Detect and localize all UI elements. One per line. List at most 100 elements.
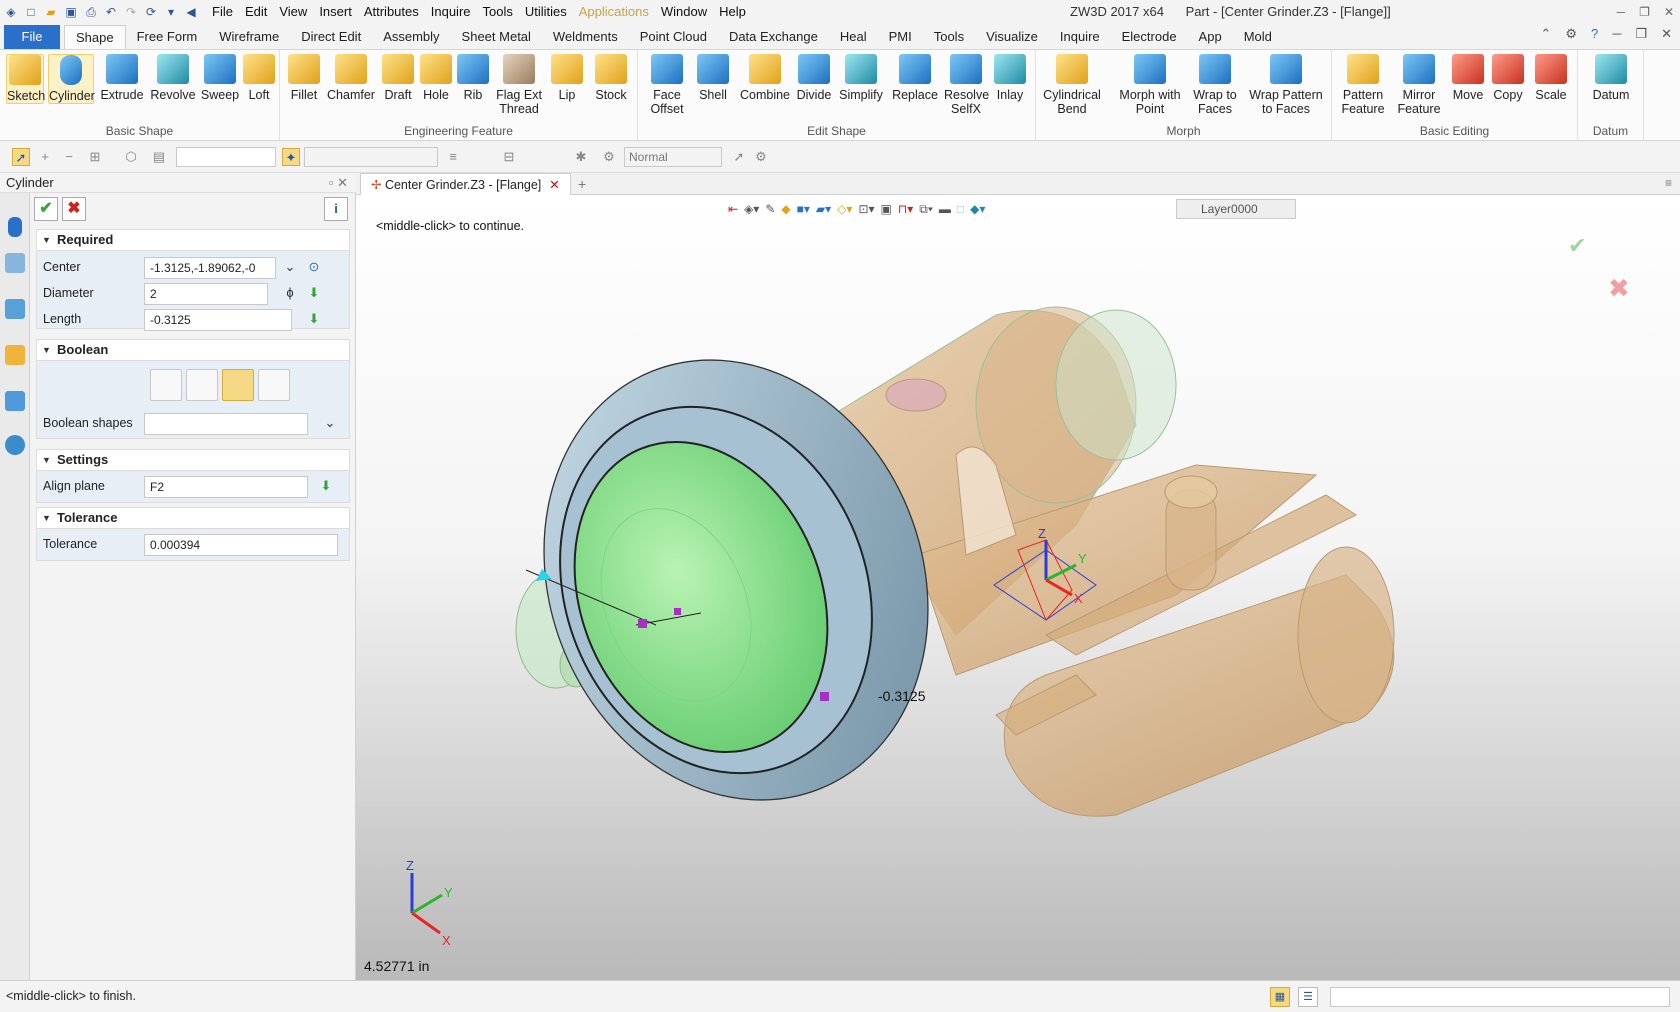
pattern-feature-button[interactable]: Pattern Feature — [1336, 54, 1390, 116]
tab-free-form[interactable]: Free Form — [126, 25, 209, 49]
dimension-label[interactable]: -0.3125 — [878, 688, 926, 704]
part-view-icon[interactable]: ◆ — [781, 202, 790, 216]
chamfer-button[interactable]: Chamfer — [326, 54, 376, 102]
redo-icon[interactable]: ↷ — [122, 3, 140, 21]
snap-icon[interactable]: ⊟ — [500, 148, 518, 166]
tab-inquire[interactable]: Inquire — [1049, 25, 1111, 49]
revolve-button[interactable]: Revolve — [150, 54, 196, 102]
face-offset-button[interactable]: Face Offset — [644, 54, 690, 116]
flag-ext-thread-button[interactable]: Flag Ext Thread — [494, 54, 544, 116]
status-input[interactable] — [1330, 987, 1670, 1007]
tab-direct-edit[interactable]: Direct Edit — [290, 25, 372, 49]
menu-window[interactable]: Window — [655, 0, 713, 24]
stock-button[interactable]: Stock — [592, 54, 630, 102]
doc-close-icon[interactable]: ✕ — [1661, 26, 1672, 42]
new-file-icon[interactable]: □ — [22, 3, 40, 21]
center-field[interactable]: -1.3125,-1.89062,-0 — [144, 257, 276, 279]
move-button[interactable]: Move — [1450, 54, 1486, 102]
replace-button[interactable]: Replace — [890, 54, 940, 102]
filter-view-icon[interactable]: ⊡▾ — [858, 202, 874, 216]
panel-close-icon[interactable]: ▫ ✕ — [329, 173, 348, 193]
print-icon[interactable]: ⎙ — [82, 3, 100, 21]
maximize-icon[interactable]: ❐ — [1639, 5, 1650, 19]
save-icon[interactable]: ▣ — [62, 3, 80, 21]
tab-wireframe[interactable]: Wireframe — [208, 25, 290, 49]
lip-button[interactable]: Lip — [550, 54, 584, 102]
tab-heal[interactable]: Heal — [829, 25, 878, 49]
tab-tools[interactable]: Tools — [923, 25, 975, 49]
intersect-shape-icon[interactable] — [258, 369, 290, 401]
tab-weldments[interactable]: Weldments — [542, 25, 629, 49]
extrude-button[interactable]: Extrude — [100, 54, 144, 102]
tab-electrode[interactable]: Electrode — [1111, 25, 1188, 49]
tab-assembly[interactable]: Assembly — [372, 25, 450, 49]
user-icon[interactable] — [5, 435, 25, 455]
wrap-to-faces-button[interactable]: Wrap to Faces — [1190, 54, 1240, 116]
draft-button[interactable]: Draft — [380, 54, 416, 102]
assembly-tree-icon[interactable] — [5, 299, 25, 319]
measure-icon[interactable]: ⬇ — [306, 311, 322, 327]
align-plane-field[interactable]: F2 — [144, 476, 308, 498]
wrap-pattern-to-faces-button[interactable]: Wrap Pattern to Faces — [1248, 54, 1324, 116]
select-loop-icon[interactable]: ⬡ — [122, 148, 140, 166]
list-view-icon[interactable]: ☰ — [1298, 987, 1318, 1007]
menu-inquire[interactable]: Inquire — [425, 0, 477, 24]
tab-pmi[interactable]: PMI — [878, 25, 923, 49]
cylinder-button[interactable]: Cylinder — [48, 54, 95, 104]
menu-utilities[interactable]: Utilities — [519, 0, 573, 24]
options-gear-icon[interactable]: ⚙ — [752, 148, 770, 166]
qa-dropdown-icon[interactable]: ▾ — [162, 3, 180, 21]
model-scene[interactable]: Z Y X -0.3125 Z Y X — [356, 195, 1680, 980]
viewport-ok-icon[interactable]: ✔ — [1568, 233, 1586, 259]
tab-app[interactable]: App — [1188, 25, 1233, 49]
smart-pick-icon[interactable]: ✦ — [282, 148, 300, 166]
close-icon[interactable]: ✕ — [1664, 5, 1674, 19]
undo-icon[interactable]: ↶ — [102, 3, 120, 21]
render-mode-dropdown[interactable]: Normal — [624, 147, 722, 167]
filter-dropdown[interactable] — [176, 147, 276, 167]
pick-filter-icon[interactable]: ▤ — [150, 148, 168, 166]
filter-icon[interactable]: ⊞ — [86, 148, 104, 166]
dimension-icon[interactable]: ⊓▾ — [898, 202, 913, 216]
simplify-button[interactable]: Simplify — [836, 54, 886, 102]
divide-button[interactable]: Divide — [794, 54, 834, 102]
copy-button[interactable]: Copy — [1490, 54, 1526, 102]
layer-dropdown[interactable]: Layer0000 — [1176, 199, 1296, 219]
pin-icon[interactable]: ✱ — [572, 148, 590, 166]
length-field[interactable]: -0.3125 — [144, 309, 292, 331]
menu-insert[interactable]: Insert — [313, 0, 358, 24]
combine-button[interactable]: Combine — [738, 54, 792, 102]
base-shape-icon[interactable] — [150, 369, 182, 401]
eraser-icon[interactable]: ✎ — [765, 202, 775, 216]
mirror-feature-button[interactable]: Mirror Feature — [1392, 54, 1446, 116]
tab-mold[interactable]: Mold — [1233, 25, 1283, 49]
menu-file[interactable]: File — [206, 0, 239, 24]
tabs-menu-icon[interactable]: ≡ — [1665, 176, 1672, 190]
color-picker-icon[interactable]: □ — [957, 202, 964, 216]
view-icon[interactable]: ◈▾ — [744, 202, 759, 216]
doc-minimize-icon[interactable]: ─ — [1612, 26, 1621, 42]
remove-shape-icon[interactable] — [222, 369, 254, 401]
document-tab[interactable]: ✢ Center Grinder.Z3 - [Flange] ✕ — [360, 173, 571, 195]
remove-icon[interactable]: − — [60, 148, 78, 166]
cursor-icon[interactable]: ➚ — [730, 148, 748, 166]
settings-gear-icon[interactable]: ⚙ — [1565, 26, 1577, 42]
menu-view[interactable]: View — [273, 0, 313, 24]
section-tolerance[interactable]: Tolerance — [36, 507, 350, 529]
tab-visualize[interactable]: Visualize — [975, 25, 1049, 49]
pick-mode-icon[interactable]: ➚ — [12, 148, 30, 166]
datum-button[interactable]: Datum — [1588, 54, 1634, 102]
repeat-command-icon[interactable]: ⟳ — [142, 3, 160, 21]
sketch-button[interactable]: Sketch — [6, 54, 45, 104]
display-icon[interactable]: ⧉▾ — [919, 202, 933, 217]
new-tab-icon[interactable]: + — [578, 176, 586, 192]
open-file-icon[interactable]: ▰ — [42, 3, 60, 21]
loft-button[interactable]: Loft — [242, 54, 276, 102]
cube-view-icon[interactable]: ■▾ — [797, 202, 810, 216]
exit-icon[interactable]: ⇤ — [728, 202, 738, 216]
fillet-button[interactable]: Fillet — [286, 54, 322, 102]
section-settings[interactable]: Settings — [36, 449, 350, 471]
inlay-button[interactable]: Inlay — [992, 54, 1028, 102]
section-required[interactable]: Required — [36, 229, 350, 251]
collapse-ribbon-icon[interactable]: ⌃ — [1540, 26, 1551, 42]
